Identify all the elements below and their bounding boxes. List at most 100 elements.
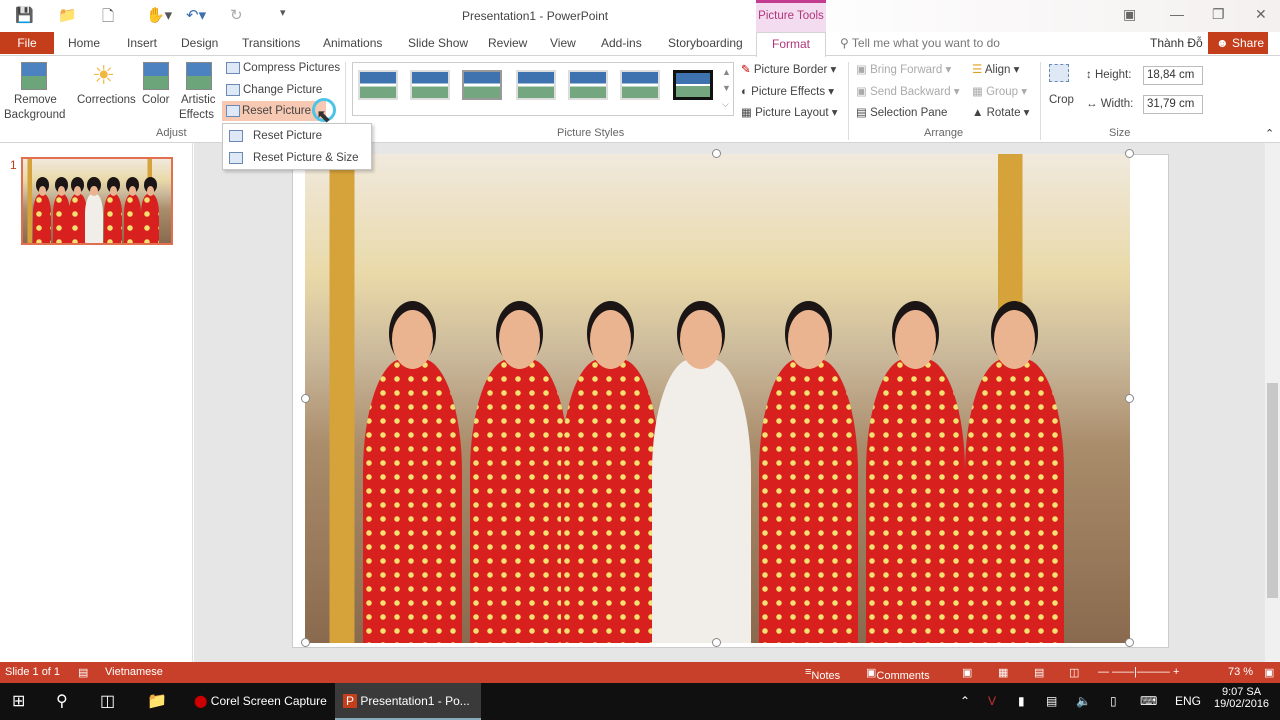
label: Align [984, 64, 1011, 76]
tray-chevron-icon[interactable]: ⌃ [960, 683, 970, 720]
taskbar-app-powerpoint[interactable]: P Presentation1 - Po... [335, 683, 481, 720]
color-button[interactable]: Color [142, 94, 169, 106]
input-language[interactable]: ENG [1175, 683, 1201, 720]
crop-button[interactable]: Crop [1049, 94, 1074, 106]
artistic-effects-label[interactable]: Effects [179, 109, 214, 121]
resize-handle[interactable] [712, 638, 721, 647]
volume-icon[interactable]: 🔈 [1076, 683, 1091, 720]
close-icon[interactable]: ✕ [1255, 6, 1267, 23]
slide-sorter-icon[interactable]: ▦ [998, 666, 1008, 679]
tell-me-search[interactable]: ⚲ Tell me what you want to do [840, 36, 1000, 50]
tab-view[interactable]: View [550, 36, 576, 50]
ribbon-display-icon[interactable]: ▣ [1123, 6, 1136, 23]
tab-add-ins[interactable]: Add-ins [601, 36, 642, 50]
selection-pane-button[interactable]: ▤ Selection Pane [856, 105, 947, 119]
search-icon[interactable]: ⚲ [56, 683, 68, 720]
undo-icon[interactable]: ↶▾ [186, 6, 206, 24]
save-icon[interactable]: 💾 [15, 6, 34, 24]
style-thumb[interactable] [358, 70, 398, 100]
slideshow-icon[interactable]: ◫ [1069, 666, 1079, 679]
picture-effects-button[interactable]: ◐ Picture Effects ▾ [741, 84, 834, 98]
selected-picture[interactable] [305, 154, 1130, 643]
scroll-thumb[interactable] [1267, 383, 1278, 598]
remove-background-label[interactable]: Background [4, 109, 65, 121]
person-head [589, 310, 631, 370]
style-thumb[interactable] [410, 70, 450, 100]
tab-format[interactable]: Format [756, 32, 826, 57]
remove-background-button[interactable]: Remove [14, 94, 57, 106]
language[interactable]: Vietnamese [105, 666, 163, 678]
picture-border-button[interactable]: ✎ Picture Border ▾ [741, 62, 836, 76]
resize-handle[interactable] [1125, 638, 1134, 647]
change-picture-button[interactable]: Change Picture [243, 84, 322, 96]
rotate-button[interactable]: ▲ Rotate ▾ [972, 105, 1029, 119]
file-explorer-icon[interactable]: 📁 [147, 683, 167, 720]
open-folder-icon[interactable]: 📁 [58, 6, 77, 24]
notes-button[interactable]: ≡ Notes [805, 666, 840, 682]
reset-picture-button[interactable]: Reset Picture [222, 101, 326, 121]
tab-review[interactable]: Review [488, 36, 527, 50]
style-thumb[interactable] [516, 70, 556, 100]
tab-home[interactable]: Home [68, 36, 100, 50]
style-thumb[interactable] [620, 70, 660, 100]
minimize-icon[interactable]: — [1170, 6, 1184, 22]
comments-button[interactable]: ▣ Comments [866, 666, 930, 682]
redo-icon[interactable]: ↻ [230, 6, 243, 24]
bring-forward-button[interactable]: ▣ Bring Forward ▾ [856, 62, 951, 76]
notification-icon[interactable]: ▯ [1110, 683, 1117, 720]
menu-item-reset-picture[interactable]: Reset Picture [253, 130, 322, 142]
menu-item-reset-picture-size[interactable]: Reset Picture & Size [253, 152, 358, 164]
network-icon[interactable]: ▤ [1046, 683, 1057, 720]
tab-storyboarding[interactable]: Storyboarding [668, 36, 743, 50]
resize-handle[interactable] [301, 394, 310, 403]
corrections-button[interactable]: Corrections [77, 94, 136, 106]
style-thumb[interactable] [673, 70, 713, 100]
windows-start-icon[interactable]: ⊞ [12, 683, 25, 720]
align-button[interactable]: ☰ Align ▾ [972, 62, 1019, 76]
battery-icon[interactable]: ▮ [1018, 683, 1025, 720]
collapse-ribbon-icon[interactable]: ⌃ [1265, 127, 1274, 140]
new-file-icon[interactable]: 🗋 [102, 6, 114, 31]
zoom-slider[interactable]: — ——|——— + [1098, 666, 1179, 678]
touch-mode-icon[interactable]: ✋▾ [146, 6, 172, 24]
tab-insert[interactable]: Insert [127, 36, 157, 50]
style-thumb[interactable] [462, 70, 502, 100]
zoom-level[interactable]: 73 % [1228, 666, 1253, 678]
tab-animations[interactable]: Animations [323, 36, 382, 50]
send-backward-button[interactable]: ▣ Send Backward ▾ [856, 84, 960, 98]
spellcheck-icon[interactable]: ▤ [78, 666, 88, 679]
tab-file[interactable]: File [0, 32, 54, 54]
reading-view-icon[interactable]: ▤ [1034, 666, 1044, 679]
gallery-scroll[interactable]: ▲ ▼ ⌵ [722, 64, 731, 112]
artistic-effects-button[interactable]: Artistic [181, 94, 216, 106]
task-view-icon[interactable]: ◫ [100, 683, 115, 720]
normal-view-icon[interactable]: ▣ [962, 666, 972, 679]
title-bar: 💾 📁 🗋 ✋▾ ↶▾ ↻ ▾ Presentation1 - PowerPoi… [0, 0, 1280, 32]
width-input[interactable]: 31,79 cm [1143, 95, 1203, 114]
height-input[interactable]: 18,84 cm [1143, 66, 1203, 85]
group-button[interactable]: ▦ Group ▾ [972, 84, 1027, 98]
tab-design[interactable]: Design [181, 36, 218, 50]
vertical-scrollbar[interactable] [1265, 143, 1280, 662]
customize-toolbar-icon[interactable]: ▾ [280, 6, 286, 19]
crop-icon [1049, 64, 1069, 82]
slide-thumbnail[interactable] [21, 157, 173, 245]
tab-transitions[interactable]: Transitions [242, 36, 300, 50]
resize-handle[interactable] [1125, 394, 1134, 403]
resize-handle[interactable] [712, 149, 721, 158]
restore-icon[interactable]: ❐ [1212, 6, 1225, 23]
picture-styles-group-label: Picture Styles [557, 127, 625, 139]
resize-handle[interactable] [301, 638, 310, 647]
tab-slide-show[interactable]: Slide Show [408, 36, 468, 50]
picture-layout-button[interactable]: ▦ Picture Layout ▾ [741, 105, 838, 119]
user-name[interactable]: Thành Đỗ [1150, 36, 1203, 50]
tray-app-icon[interactable]: V [988, 683, 996, 720]
compress-pictures-button[interactable]: Compress Pictures [243, 62, 340, 74]
resize-handle[interactable] [1125, 149, 1134, 158]
fit-slide-icon[interactable]: ▣ [1264, 666, 1274, 679]
share-button[interactable]: ☻ Share [1208, 32, 1268, 54]
style-thumb[interactable] [568, 70, 608, 100]
clock[interactable]: 9:07 SA 19/02/2016 [1214, 683, 1269, 720]
taskbar-app-corel[interactable]: ⬤ Corel Screen Capture [186, 683, 332, 720]
keyboard-icon[interactable]: ⌨ [1140, 683, 1157, 720]
